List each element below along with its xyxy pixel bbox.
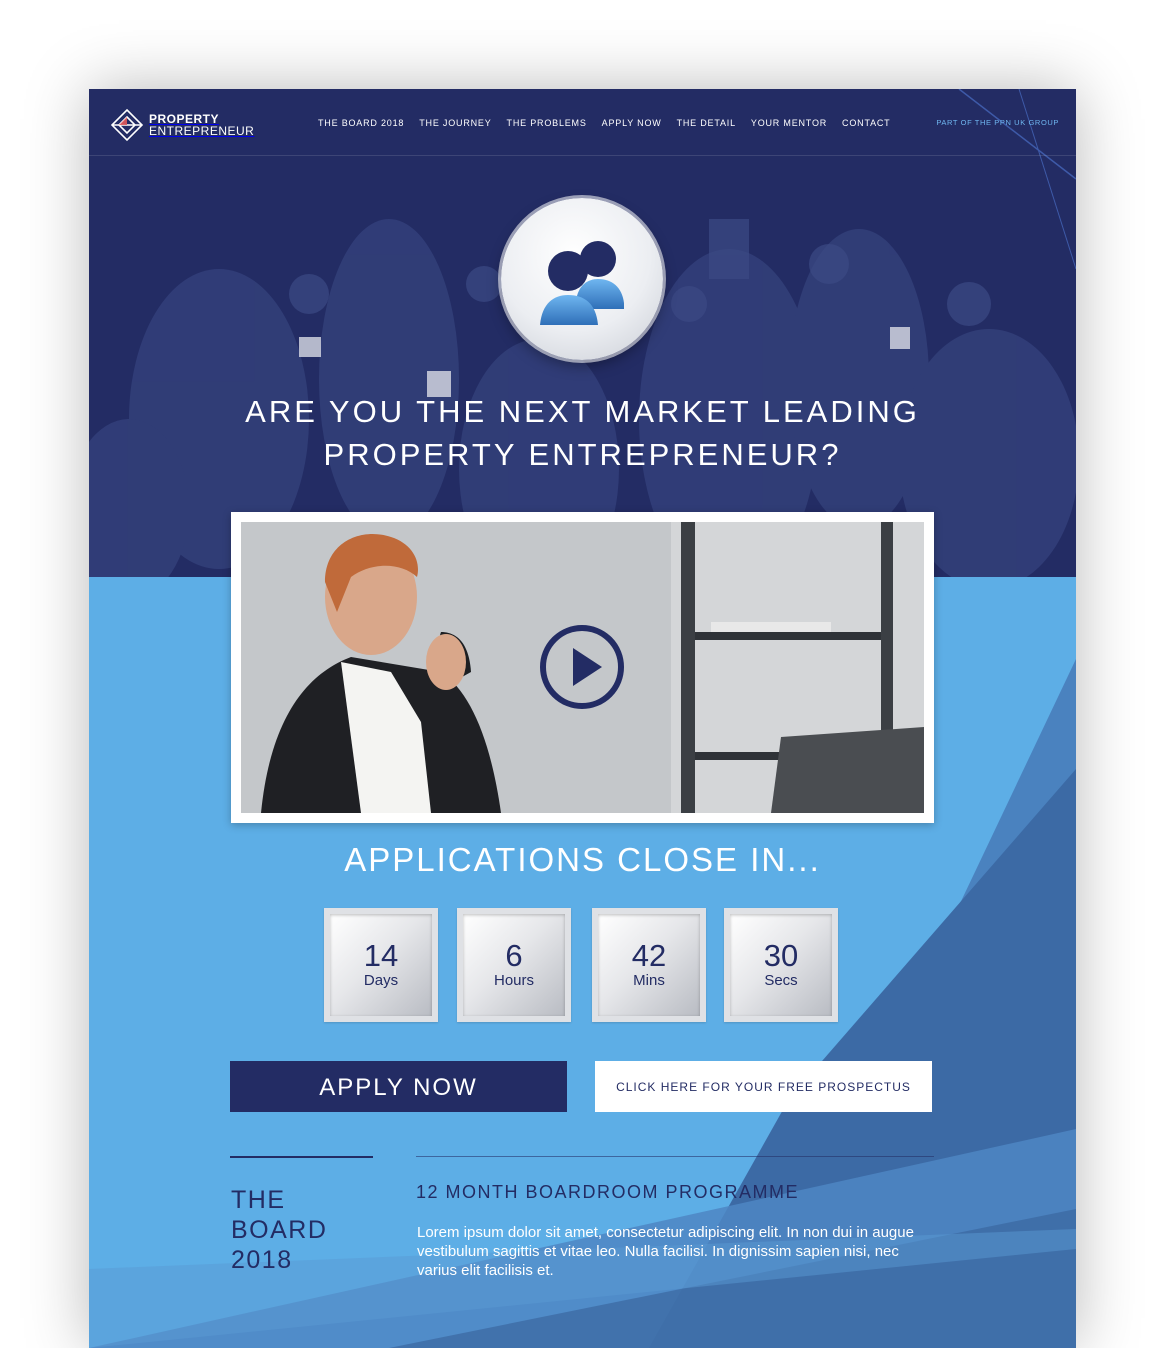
- board-title-line-3: 2018: [231, 1246, 293, 1274]
- programme-title: 12 MONTH BOARDROOM PROGRAMME: [416, 1182, 800, 1202]
- video-thumbnail: [241, 522, 924, 813]
- video-player[interactable]: [231, 512, 934, 823]
- days-unit: Days: [363, 972, 399, 989]
- header-divider: [89, 155, 1076, 156]
- nav-item-the-detail[interactable]: THE DETAIL: [677, 118, 736, 128]
- board-section-title: THE BOARD 2018: [231, 1185, 327, 1275]
- hero-title-line-2: PROPERTY ENTREPRENEUR?: [323, 437, 842, 472]
- countdown-secs: 30 Secs: [724, 908, 838, 1022]
- hours-value: 6: [505, 938, 523, 973]
- mins-value: 42: [631, 938, 667, 973]
- ppn-group-link[interactable]: PART OF THE PPN UK GROUP: [936, 118, 1059, 127]
- landing-page: PROPERTY ENTREPRENEUR THE BOARD 2018 THE…: [89, 89, 1076, 1348]
- free-prospectus-button[interactable]: CLICK HERE FOR YOUR FREE PROSPECTUS: [595, 1061, 932, 1112]
- hero-title: ARE YOU THE NEXT MARKET LEADING PROPERTY…: [89, 390, 1076, 476]
- apply-now-button[interactable]: APPLY NOW: [230, 1061, 567, 1112]
- secs-unit: Secs: [764, 972, 798, 989]
- nav-item-your-mentor[interactable]: YOUR MENTOR: [751, 118, 827, 128]
- nav-item-the-board-2018[interactable]: THE BOARD 2018: [318, 118, 404, 128]
- nav-item-the-journey[interactable]: THE JOURNEY: [419, 118, 491, 128]
- board-title-line-2: BOARD: [231, 1216, 328, 1244]
- nav-item-the-problems[interactable]: THE PROBLEMS: [507, 118, 587, 128]
- section-divider-left: [230, 1156, 373, 1158]
- logo-wordmark: PROPERTY ENTREPRENEUR: [149, 113, 254, 137]
- nav-item-contact[interactable]: CONTACT: [842, 118, 890, 128]
- countdown-days: 14 Days: [324, 908, 438, 1022]
- logo[interactable]: PROPERTY ENTREPRENEUR: [109, 107, 254, 143]
- countdown-mins: 42 Mins: [592, 908, 706, 1022]
- hero-section: PROPERTY ENTREPRENEUR THE BOARD 2018 THE…: [89, 89, 1076, 577]
- days-value: 14: [363, 938, 399, 973]
- nav-item-apply-now[interactable]: APPLY NOW: [602, 118, 662, 128]
- board-title-line-1: THE: [231, 1186, 286, 1214]
- programme-description: Lorem ipsum dolor sit amet, consectetur …: [417, 1224, 914, 1279]
- users-badge: [501, 198, 663, 360]
- section-divider-right: [416, 1156, 934, 1157]
- hours-unit: Hours: [493, 972, 534, 989]
- hero-title-line-1: ARE YOU THE NEXT MARKET LEADING: [245, 394, 920, 429]
- countdown-timer: 14 Days 6 Hours 42 Mins 30 Secs: [324, 908, 839, 1022]
- mins-unit: Mins: [633, 972, 665, 989]
- countdown-hours: 6 Hours: [457, 908, 571, 1022]
- countdown-title: APPLICATIONS CLOSE IN...: [344, 841, 821, 878]
- play-icon[interactable]: [539, 624, 625, 710]
- users-icon: [540, 241, 624, 325]
- main-nav: THE BOARD 2018 THE JOURNEY THE PROBLEMS …: [318, 118, 890, 128]
- logo-line-2: ENTREPRENEUR: [149, 124, 255, 138]
- secs-value: 30: [763, 938, 799, 973]
- logo-diamond-icon: [110, 108, 144, 142]
